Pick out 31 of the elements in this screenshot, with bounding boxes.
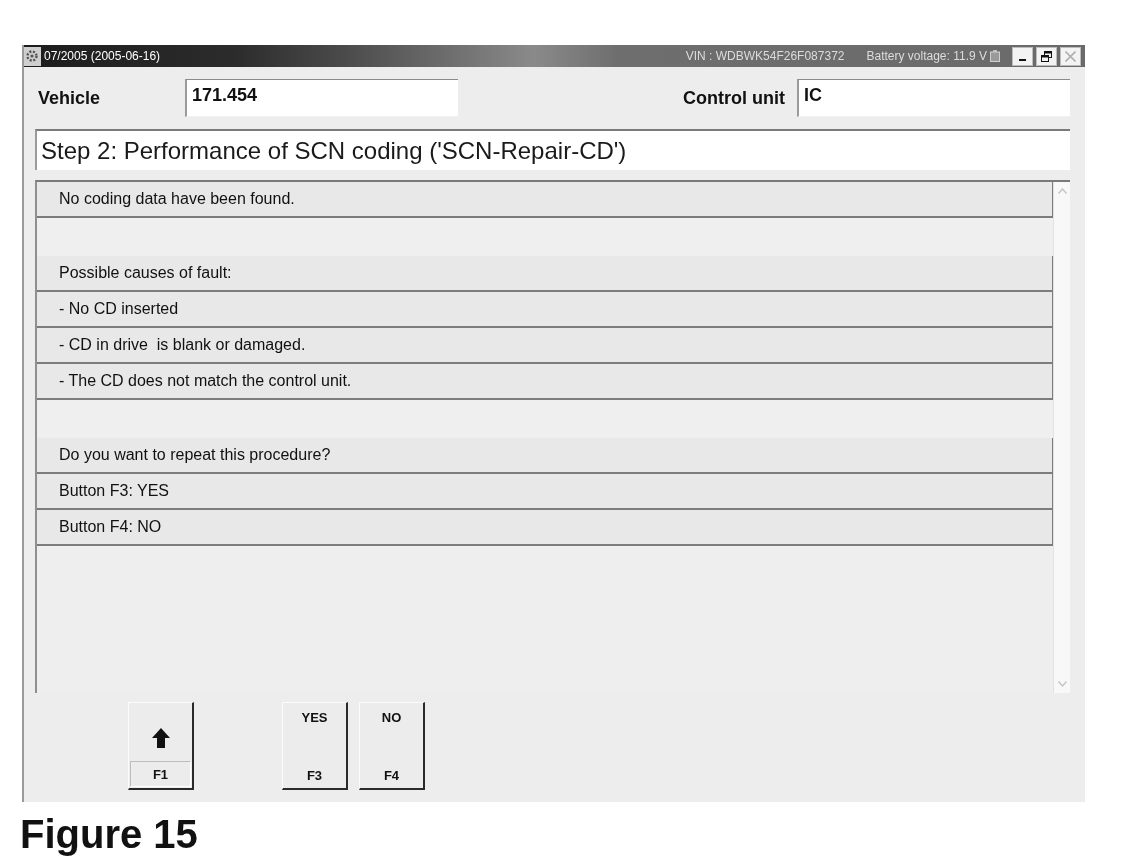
field-label: Vehicle xyxy=(38,87,101,109)
figure-caption: Figure 15 xyxy=(20,812,198,856)
scrollbar[interactable] xyxy=(1053,182,1070,693)
text-field[interactable]: 171.454 xyxy=(185,79,458,117)
step-title: Step 2: Performance of SCN coding ('SCN-Repair-CD') xyxy=(35,129,1070,170)
function-key-button[interactable]: YES F3 xyxy=(282,702,348,790)
text-field[interactable]: IC xyxy=(797,79,1070,117)
vin-text: VIN : WDBWK54F26F087372 xyxy=(685,49,845,63)
gear-icon xyxy=(24,46,41,66)
up-arrow-icon xyxy=(150,727,171,749)
message-row: - The CD does not match the control unit. xyxy=(37,364,1053,400)
message-row: Button F3: YES xyxy=(37,474,1053,510)
close-icon xyxy=(1065,50,1076,62)
minimize-button[interactable] xyxy=(1012,46,1033,66)
message-row: Possible causes of fault: xyxy=(37,256,1053,292)
message-row: Button F4: NO xyxy=(37,510,1053,546)
battery-voltage-text: Battery voltage: 11.9 V xyxy=(866,49,987,63)
battery-icon xyxy=(990,50,1000,62)
restore-button[interactable] xyxy=(1036,46,1057,66)
message-row: Do you want to repeat this procedure? xyxy=(37,438,1053,474)
scroll-up-icon xyxy=(1057,188,1067,194)
window-title: 07/2005 (2005-06-16) xyxy=(44,49,162,63)
function-key-button[interactable]: NO F4 xyxy=(359,702,425,790)
scroll-down-icon xyxy=(1057,681,1067,687)
restore-icon xyxy=(1041,50,1052,62)
field-label: Control unit xyxy=(683,87,785,109)
message-row: - CD in drive is blank or damaged. xyxy=(37,328,1053,364)
message-row: - No CD inserted xyxy=(37,292,1053,328)
minimize-icon xyxy=(1019,59,1026,61)
message-row: No coding data have been found. xyxy=(37,182,1053,218)
function-key-button[interactable]: F1 xyxy=(128,702,194,790)
